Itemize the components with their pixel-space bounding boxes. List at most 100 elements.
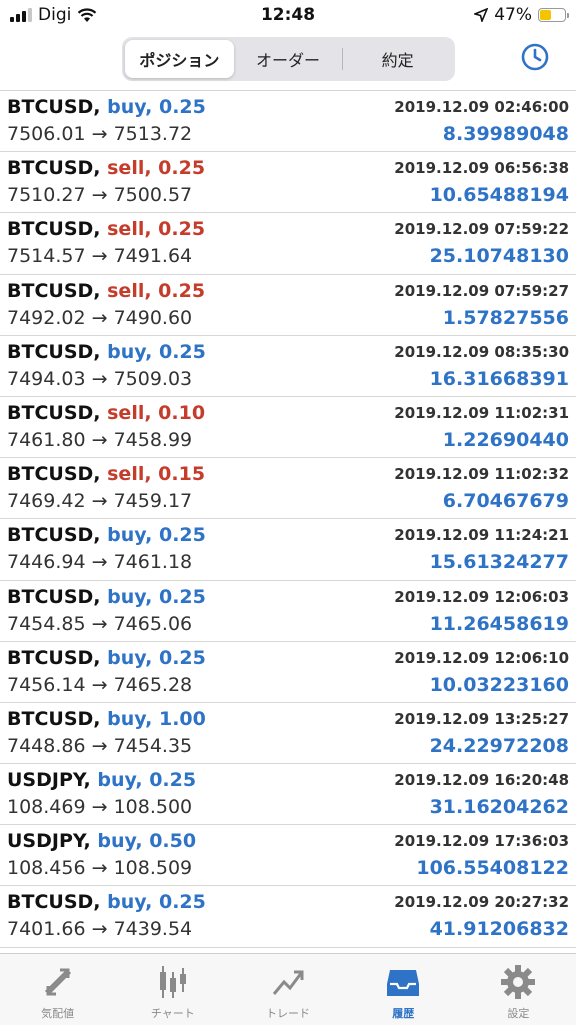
battery-icon	[538, 8, 569, 22]
deal-prices: 7492.02 → 7490.60	[7, 306, 193, 329]
deal-profit: 6.70467679	[442, 490, 569, 513]
deal-symbol: BTCUSD,	[7, 707, 101, 730]
tab-settings-label: 設定	[507, 1007, 530, 1020]
deal-prices: 7506.01 → 7513.72	[7, 123, 193, 145]
deal-row[interactable]: BTCUSD, buy, 0.25 2019.12.09 12:06:10 7456…	[0, 642, 576, 703]
deal-side-volume: sell, 0.15	[107, 463, 206, 486]
deal-profit: 11.26458619	[429, 612, 569, 635]
deal-symbol: BTCUSD,	[7, 891, 101, 914]
deal-profit: 106.55408122	[416, 857, 569, 880]
deal-time: 2019.12.09 08:35:30	[394, 342, 569, 361]
tab-deals[interactable]: 約定	[343, 40, 452, 78]
deal-row[interactable]: USDJPY, buy, 0.50 2019.12.09 17:36:03 108.…	[0, 825, 576, 887]
deal-symbol: BTCUSD,	[7, 279, 101, 302]
deal-row[interactable]: BTCUSD, sell, 0.25 2019.12.09 07:59:22 751…	[0, 213, 576, 275]
deal-side-volume: buy, 1.00	[107, 707, 206, 730]
deal-symbol: BTCUSD,	[7, 96, 101, 118]
status-right: 47%	[474, 5, 569, 25]
deal-time: 2019.12.09 11:24:21	[394, 526, 569, 545]
deal-prices: 7448.86 → 7454.35	[7, 734, 193, 757]
deal-profit: 31.16204262	[429, 796, 569, 819]
deal-profit: 1.57827556	[442, 306, 569, 329]
battery-level	[540, 10, 551, 20]
deal-profit: 15.61324277	[429, 551, 569, 574]
tab-positions[interactable]: ポジション	[125, 40, 234, 78]
deal-title: BTCUSD, sell, 0.25	[7, 157, 205, 179]
deal-time: 2019.12.09 11:02:32	[394, 465, 569, 484]
tab-quotes-label: 気配値	[41, 1007, 75, 1020]
deal-row[interactable]: USDJPY, buy, 0.25 2019.12.09 16:20:48 108.…	[0, 764, 576, 826]
deal-symbol: BTCUSD,	[7, 463, 101, 486]
deal-symbol: BTCUSD,	[7, 218, 101, 241]
deal-row[interactable]: BTCUSD, buy, 0.25 2019.12.09 02:46:00 7506…	[0, 91, 576, 153]
clock-icon[interactable]	[520, 42, 550, 72]
deal-prices: 7446.94 → 7461.18	[7, 551, 193, 574]
deal-symbol: BTCUSD,	[7, 340, 101, 363]
deal-row[interactable]: BTCUSD, buy, 0.25 2019.12.09 08:35:30 7494…	[0, 336, 576, 397]
deal-side-volume: sell, 0.25	[107, 279, 206, 302]
deal-time: 2019.12.09 07:59:27	[394, 281, 569, 300]
deal-symbol: BTCUSD,	[7, 646, 101, 669]
deal-row[interactable]: BTCUSD, sell, 0.25 2019.12.09 06:56:38 751…	[0, 152, 576, 214]
deal-prices: 7461.80 → 7458.99	[7, 428, 193, 451]
deal-row[interactable]: BTCUSD, sell, 0.25 2019.12.09 07:59:27 749…	[0, 275, 576, 336]
deal-side-volume: buy, 0.25	[97, 769, 197, 792]
tab-settings[interactable]: 設定	[461, 954, 576, 1025]
deal-time: 2019.12.09 20:27:32	[394, 893, 569, 912]
deal-side-volume: sell, 0.10	[107, 401, 206, 424]
tab-orders[interactable]: オーダー	[234, 40, 343, 78]
deal-side-volume: sell, 0.25	[107, 157, 206, 180]
deal-side-volume: buy, 0.25	[107, 524, 206, 547]
deal-time: 2019.12.09 06:56:38	[394, 159, 569, 178]
trade-icon	[272, 970, 304, 995]
deal-side-volume: sell, 0.25	[107, 218, 206, 241]
deal-time: 2019.12.09 11:02:31	[394, 403, 569, 422]
gear-icon	[501, 965, 536, 999]
deal-title: BTCUSD, sell, 0.25	[7, 218, 205, 240]
deal-time: 2019.12.09 16:20:48	[394, 771, 569, 790]
deal-profit: 41.91206832	[429, 918, 569, 941]
deal-prices: 7454.85 → 7465.06	[7, 612, 193, 635]
deal-symbol: USDJPY,	[7, 769, 91, 792]
tab-trade[interactable]: トレード	[230, 954, 345, 1025]
tab-chart-label: チャート	[150, 1007, 195, 1020]
deal-row[interactable]: BTCUSD, buy, 0.25 2019.12.09 11:24:21 7446…	[0, 519, 576, 581]
deal-side-volume: buy, 0.25	[107, 585, 206, 608]
deal-title: BTCUSD, buy, 0.25	[7, 524, 206, 546]
deal-profit: 10.65488194	[429, 184, 569, 207]
deal-title: BTCUSD, buy, 0.25	[7, 891, 206, 913]
deal-symbol: USDJPY,	[7, 830, 91, 853]
deal-profit: 1.22690440	[442, 428, 569, 451]
tab-history[interactable]: 履歴	[346, 954, 461, 1025]
tab-quotes[interactable]: 気配値	[0, 954, 115, 1025]
deal-time: 2019.12.09 02:46:00	[394, 98, 569, 116]
tab-chart[interactable]: チャート	[115, 954, 230, 1025]
deal-list: BTCUSD, buy, 0.25 2019.12.09 02:46:00 7506…	[0, 91, 576, 948]
deal-title: BTCUSD, buy, 0.25	[7, 647, 206, 669]
deal-row[interactable]: BTCUSD, sell, 0.15 2019.12.09 11:02:32 746…	[0, 458, 576, 520]
deal-symbol: BTCUSD,	[7, 157, 101, 180]
deal-time: 2019.12.09 12:06:10	[394, 648, 569, 667]
deal-prices: 108.456 → 108.509	[7, 857, 193, 880]
deal-title: BTCUSD, buy, 0.25	[7, 586, 206, 608]
deal-row[interactable]: BTCUSD, buy, 0.25 2019.12.09 12:06:03 7454…	[0, 581, 576, 642]
deal-prices: 7401.66 → 7439.54	[7, 918, 193, 941]
deal-profit: 16.31668391	[429, 367, 569, 390]
deal-time: 2019.12.09 12:06:03	[394, 587, 569, 606]
deal-title: USDJPY, buy, 0.50	[7, 830, 196, 852]
deal-side-volume: buy, 0.50	[97, 830, 197, 853]
deal-row[interactable]: BTCUSD, buy, 1.00 2019.12.09 13:25:27 7448…	[0, 703, 576, 765]
deal-row[interactable]: BTCUSD, sell, 0.10 2019.12.09 11:02:31 746…	[0, 397, 576, 459]
deal-title: USDJPY, buy, 0.25	[7, 769, 196, 791]
deal-side-volume: buy, 0.25	[107, 891, 206, 914]
deal-title: BTCUSD, sell, 0.15	[7, 463, 205, 485]
deal-title: BTCUSD, sell, 0.10	[7, 402, 205, 424]
deal-profit: 24.22972208	[429, 734, 569, 757]
tab-trade-label: トレード	[266, 1007, 310, 1020]
deal-side-volume: buy, 0.25	[107, 96, 206, 118]
deal-time: 2019.12.09 17:36:03	[394, 832, 569, 851]
deal-prices: 7494.03 → 7509.03	[7, 367, 193, 390]
deal-row[interactable]: BTCUSD, buy, 0.25 2019.12.09 20:27:32 7401…	[0, 886, 576, 948]
deal-profit: 25.10748130	[429, 245, 569, 268]
deal-profit: 10.03223160	[429, 673, 569, 696]
